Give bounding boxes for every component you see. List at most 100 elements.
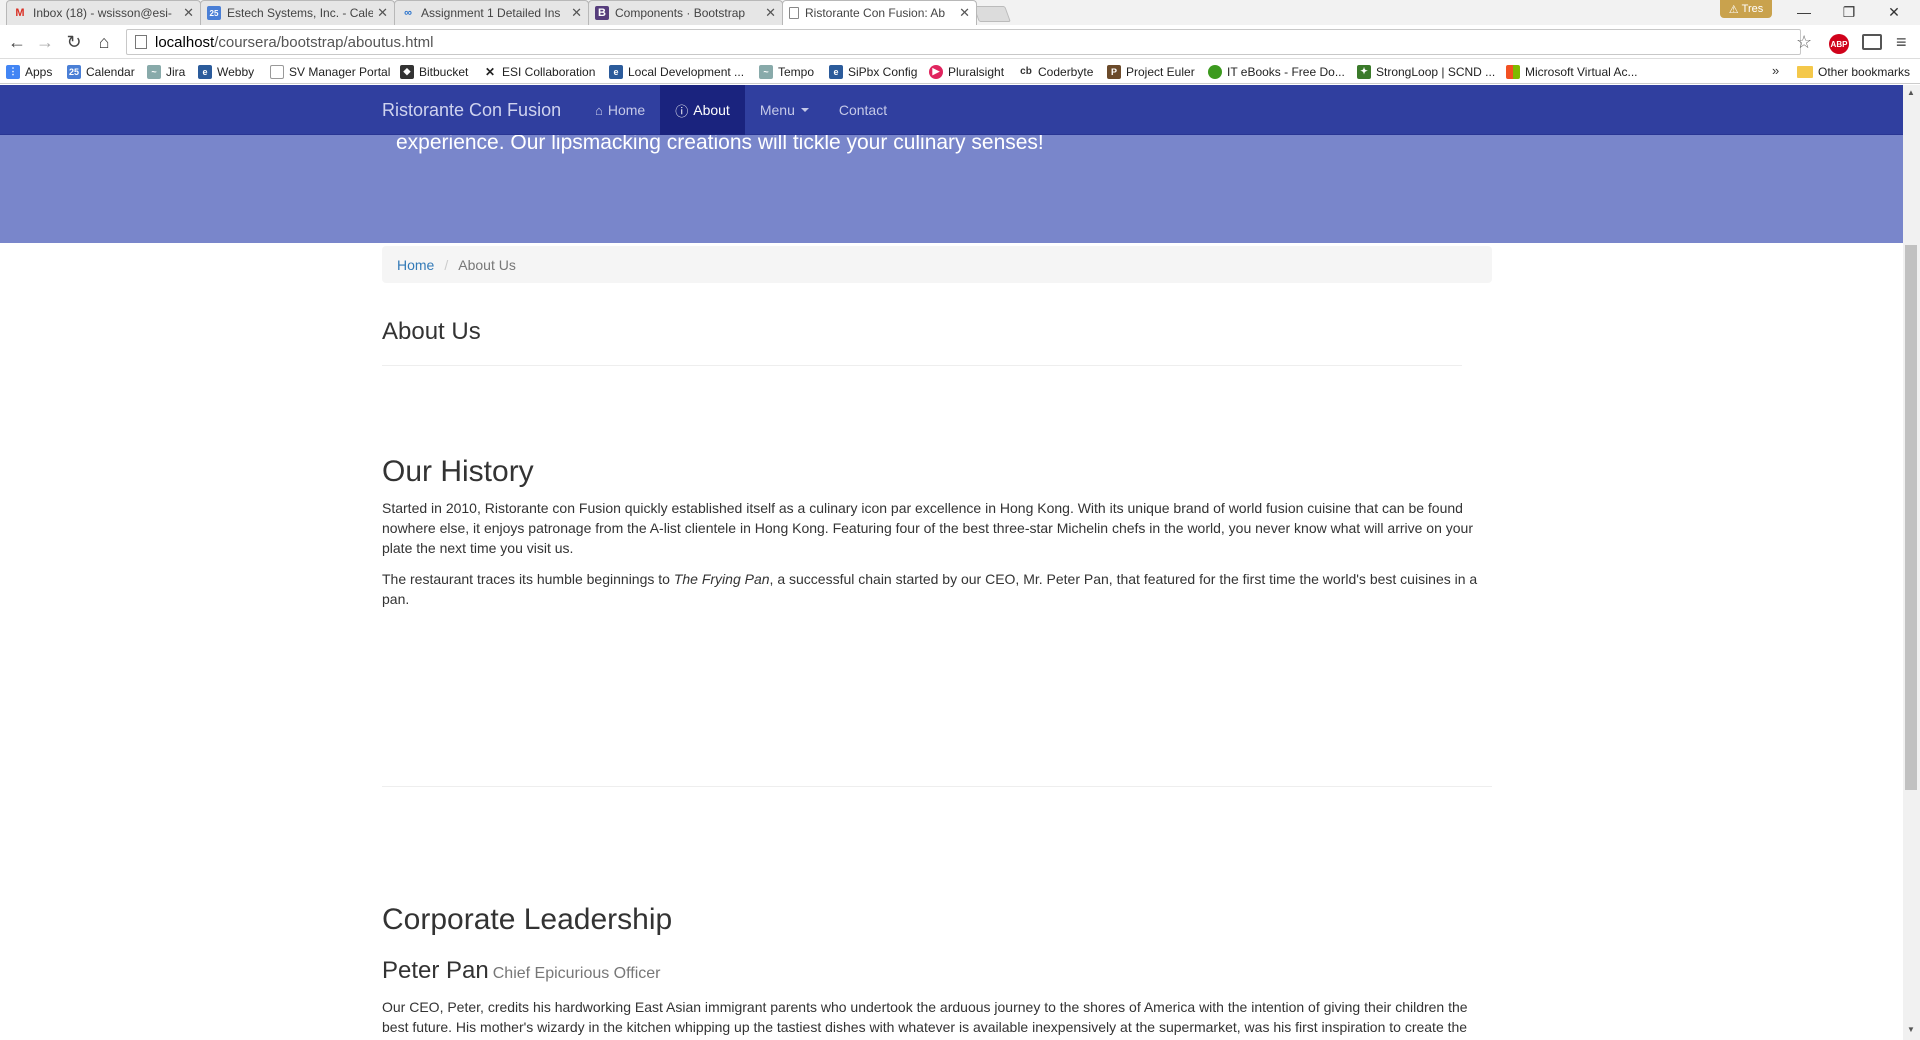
page-title: About Us — [382, 318, 481, 345]
home-icon: ⌂ — [595, 102, 603, 118]
breadcrumb-home-link[interactable]: Home — [397, 257, 434, 273]
page-viewport: Ristorante Con Fusion ⌂ Home ⓘ About Menu … — [0, 85, 1903, 1040]
scroll-down-icon[interactable]: ▼ — [1907, 1025, 1915, 1034]
browser-tab-calendar[interactable]: 25 Estech Systems, Inc. - Cale ✕ — [200, 0, 395, 25]
bookmark-esi-collab[interactable]: ✕ ESI Collaboration — [483, 63, 595, 80]
address-bar[interactable]: localhost/coursera/bootstrap/aboutus.htm… — [126, 29, 1801, 55]
minimize-button[interactable]: — — [1784, 2, 1824, 22]
bookmark-strongloop[interactable]: ✦ StrongLoop | SCND ... — [1357, 63, 1495, 80]
navbar-brand[interactable]: Ristorante Con Fusion — [382, 100, 561, 121]
reload-button[interactable]: ↻ — [62, 31, 86, 53]
bookmark-star-icon[interactable]: ☆ — [1796, 32, 1812, 53]
tab-title: Assignment 1 Detailed Ins — [421, 6, 561, 20]
coursera-icon: ∞ — [404, 7, 412, 19]
jira-icon: ~ — [147, 64, 161, 79]
leader-name: Peter Pan — [382, 957, 489, 984]
leadership-heading: Corporate Leadership — [382, 903, 673, 936]
nav-menu-dropdown[interactable]: Menu — [745, 85, 824, 135]
nav-about-label: About — [693, 102, 730, 118]
bookmark-label: Jira — [166, 64, 186, 79]
forward-button[interactable]: → — [33, 31, 57, 53]
bookmark-apps[interactable]: ⋮ Apps — [6, 63, 52, 80]
euler-icon: P — [1107, 64, 1121, 79]
back-button[interactable]: ← — [5, 31, 29, 53]
close-tab-icon[interactable]: ✕ — [183, 5, 194, 21]
site-navbar: Ristorante Con Fusion ⌂ Home ⓘ About Menu … — [0, 85, 1903, 135]
cast-icon[interactable] — [1862, 34, 1882, 50]
new-tab-button[interactable] — [973, 6, 1011, 22]
bookmark-project-euler[interactable]: P Project Euler — [1107, 63, 1195, 80]
page-icon — [789, 7, 799, 19]
close-tab-icon[interactable]: ✕ — [765, 5, 776, 21]
bookmark-mva[interactable]: Microsoft Virtual Ac... — [1506, 63, 1637, 80]
bookmark-sipbx[interactable]: e SiPbx Config — [829, 63, 917, 80]
bookmark-label: Apps — [25, 64, 53, 79]
divider — [382, 786, 1492, 787]
tab-title: Inbox (18) - wsisson@esi- — [33, 6, 172, 20]
esi-icon: e — [829, 64, 843, 79]
close-tab-icon[interactable]: ✕ — [959, 5, 970, 21]
nav-home-label: Home — [607, 102, 646, 118]
nav-contact-label: Contact — [838, 102, 888, 118]
warning-icon: ⚠ — [1728, 3, 1739, 16]
home-button[interactable]: ⌂ — [92, 31, 116, 53]
menu-icon[interactable]: ≡ — [1896, 32, 1907, 53]
bookmark-tempo[interactable]: ~ Tempo — [759, 63, 814, 80]
bookmark-pluralsight[interactable]: ▶ Pluralsight — [929, 63, 1004, 80]
nav-menu-label: Menu — [759, 102, 795, 118]
bookmark-local-dev[interactable]: e Local Development ... — [609, 63, 744, 80]
ebooks-icon — [1208, 64, 1222, 79]
url-path: /coursera/bootstrap/aboutus.html — [214, 33, 434, 51]
other-bookmarks[interactable]: Other bookmarks — [1797, 63, 1910, 80]
tab-title: Ristorante Con Fusion: Ab — [805, 6, 946, 20]
bookmark-label: Project Euler — [1126, 64, 1195, 79]
caret-down-icon — [800, 108, 809, 112]
restore-button[interactable]: ❐ — [1829, 2, 1869, 22]
bookmark-label: Webby — [217, 64, 255, 79]
history-paragraph-1: Started in 2010, Ristorante con Fusion q… — [382, 500, 1474, 556]
scroll-up-icon[interactable]: ▲ — [1907, 88, 1915, 97]
tempo-icon: ~ — [759, 64, 773, 79]
nav-about[interactable]: ⓘ About — [660, 85, 745, 135]
divider — [382, 365, 1462, 366]
nav-home[interactable]: ⌂ Home — [580, 85, 660, 135]
bootstrap-icon: B — [595, 6, 609, 20]
browser-tab-assignment[interactable]: ∞ Assignment 1 Detailed Ins ✕ — [394, 0, 589, 25]
close-tab-icon[interactable]: ✕ — [571, 5, 582, 21]
bookmark-sv-manager[interactable]: SV Manager Portal — [270, 63, 390, 80]
profile-button[interactable]: ⚠ Tres — [1720, 0, 1772, 18]
more-bookmarks-icon[interactable]: » — [1772, 63, 1779, 78]
bookmark-jira[interactable]: ~ Jira — [147, 63, 185, 80]
bookmark-coderbyte[interactable]: cb Coderbyte — [1019, 63, 1093, 80]
scrollbar-thumb[interactable] — [1905, 245, 1917, 790]
tab-title: Components · Bootstrap — [615, 6, 746, 20]
bookmark-label: StrongLoop | SCND ... — [1376, 64, 1496, 79]
close-window-button[interactable]: ✕ — [1874, 2, 1914, 22]
url-host: localhost — [155, 33, 215, 51]
folder-icon — [1797, 65, 1813, 78]
browser-tab-inbox[interactable]: M Inbox (18) - wsisson@esi- ✕ — [6, 0, 201, 25]
page-scrollbar[interactable]: ▲ ▼ — [1903, 85, 1920, 1040]
nav-contact[interactable]: Contact — [824, 85, 902, 135]
strongloop-icon: ✦ — [1357, 64, 1371, 79]
other-bookmarks-label: Other bookmarks — [1818, 64, 1911, 79]
bookmark-label: Microsoft Virtual Ac... — [1525, 64, 1638, 79]
calendar-icon: 25 — [67, 64, 81, 79]
leader-bio: Our CEO, Peter, credits his hardworking … — [382, 999, 1468, 1035]
adblock-icon[interactable]: ABP — [1829, 34, 1849, 54]
browser-tab-ristorante[interactable]: Ristorante Con Fusion: Ab ✕ — [782, 0, 977, 25]
bookmark-bitbucket[interactable]: ◆ Bitbucket — [400, 63, 468, 80]
bookmark-calendar[interactable]: 25 Calendar — [67, 63, 135, 80]
page-info-icon[interactable] — [135, 35, 147, 49]
bookmark-label: Calendar — [86, 64, 135, 79]
pluralsight-icon: ▶ — [929, 64, 943, 79]
bookmark-it-ebooks[interactable]: IT eBooks - Free Do... — [1208, 63, 1345, 80]
coderbyte-icon: cb — [1019, 64, 1033, 79]
bookmark-label: SiPbx Config — [848, 64, 918, 79]
bitbucket-icon: ◆ — [400, 64, 414, 79]
close-tab-icon[interactable]: ✕ — [377, 5, 388, 21]
profile-name: Tres — [1741, 3, 1764, 15]
browser-tab-bootstrap[interactable]: B Components · Bootstrap ✕ — [588, 0, 783, 25]
leader-title: Chief Epicurious Officer — [492, 965, 661, 982]
bookmark-webby[interactable]: e Webby — [198, 63, 254, 80]
